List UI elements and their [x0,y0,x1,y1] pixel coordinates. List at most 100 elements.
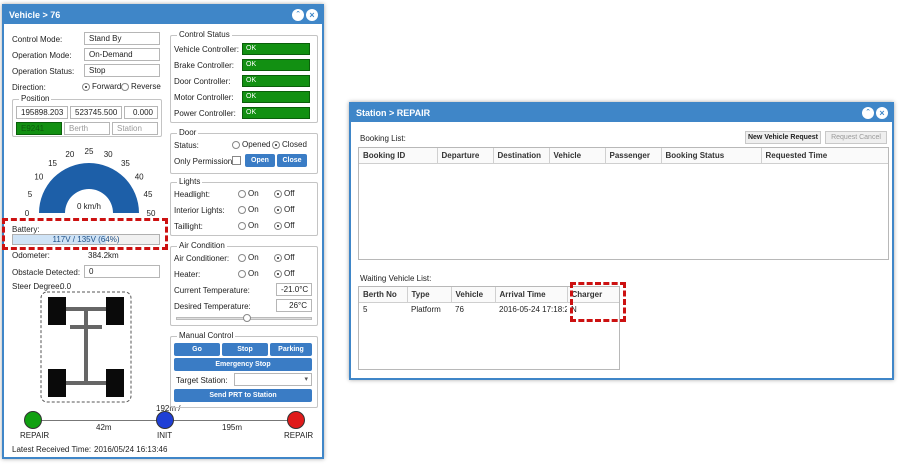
taillight-on-radio[interactable]: On [238,221,259,230]
door-title: Door [177,128,199,137]
position-y-field: 523745.500 [70,106,122,119]
position-title: Position [19,94,52,103]
only-permission-checkbox[interactable] [232,156,241,165]
collapse-icon[interactable]: ˆ [862,107,874,119]
interior-lights-label: Interior Lights: [174,206,225,215]
operation-mode-field: On-Demand [84,48,160,61]
booking-list-table: Booking ID Departure Destination Vehicle… [358,147,889,260]
air-conditioner-on-radio[interactable]: On [238,253,259,262]
direction-forward-radio[interactable]: Forward [82,82,121,91]
close-icon[interactable]: × [876,107,888,119]
gauge-tick-label: 45 [144,190,153,199]
radio-selected-icon [274,253,282,262]
col-requested-time[interactable]: Requested Time [761,148,888,163]
radio-icon [238,189,246,198]
emergency-stop-button[interactable]: Emergency Stop [174,358,312,371]
col-vehicle[interactable]: Vehicle [549,148,606,163]
heater-on-radio[interactable]: On [238,269,259,278]
radio-icon [238,221,246,230]
door-controller-label: Door Controller: [174,77,231,86]
route-left-node[interactable] [24,411,42,429]
gauge-tick-label: 30 [104,150,113,159]
air-condition-title: Air Condition [177,241,227,250]
radio-selected-icon [274,189,282,198]
door-opened-radio[interactable]: Opened [232,140,270,149]
charger-highlight-box [570,282,626,322]
door-close-button[interactable]: Close [277,154,307,167]
cell-berth-no: 5 [363,304,368,314]
radio-icon [238,253,246,262]
target-station-select[interactable]: ▾ [234,373,312,386]
new-vehicle-request-button[interactable]: New Vehicle Request [745,131,821,144]
vehicle-window-titlebar[interactable]: Vehicle > 76 ˆ × [4,6,322,24]
power-controller-status: OK [242,107,310,119]
vehicle-controller-label: Vehicle Controller: [174,45,239,54]
booking-list-label: Booking List: [360,134,406,143]
radio-selected-icon [272,140,280,149]
desired-temperature-field[interactable]: 26°C [276,299,312,312]
route-distance-1: 42m [96,423,112,432]
gauge-tick-label: 50 [147,209,156,218]
headlight-off-radio[interactable]: Off [274,189,295,198]
air-conditioner-off-radio[interactable]: Off [274,253,295,262]
air-conditioner-label: Air Conditioner: [174,254,230,263]
interior-lights-on-radio[interactable]: On [238,205,259,214]
go-button[interactable]: Go [174,343,220,356]
col-destination[interactable]: Destination [493,148,550,163]
request-cancel-button[interactable]: Request Cancel [825,131,887,144]
door-closed-radio[interactable]: Closed [272,140,307,149]
col-vehicle[interactable]: Vehicle [451,287,496,302]
heater-label: Heater: [174,270,201,279]
booking-table-header: Booking ID Departure Destination Vehicle… [359,148,888,163]
direction-reverse-radio[interactable]: Reverse [121,82,161,91]
col-type[interactable]: Type [407,287,452,302]
steer-value: 0.0 [60,282,72,291]
desired-temperature-slider-thumb[interactable] [242,314,251,322]
gauge-tick-label: 35 [121,159,130,168]
operation-status-label: Operation Status: [12,67,75,76]
node-id-field: E9241 [16,122,62,135]
col-passenger[interactable]: Passenger [605,148,662,163]
odometer-value: 384.2km [88,251,119,260]
radio-icon [238,269,246,278]
taillight-off-radio[interactable]: Off [274,221,295,230]
direction-label: Direction: [12,83,46,92]
brake-controller-label: Brake Controller: [174,61,235,70]
route-right-label: REPAIR [284,431,314,440]
stop-button[interactable]: Stop [222,343,268,356]
parking-button[interactable]: Parking [270,343,312,356]
current-temperature-field: -21.0°C [276,283,312,296]
motor-controller-label: Motor Controller: [174,93,234,102]
heater-off-radio[interactable]: Off [274,269,295,278]
operation-status-field: Stop [84,64,160,77]
route-mid-label: INIT [157,431,173,440]
col-arrival-time[interactable]: Arrival Time [495,287,568,302]
close-icon[interactable]: × [306,9,318,21]
collapse-icon[interactable]: ˆ [292,9,304,21]
send-prt-to-station-button[interactable]: Send PRT to Station [174,389,312,402]
gauge-tick-label: 20 [65,150,74,159]
position-z-field: 0.000 [124,106,158,119]
obstacle-field: 0 [84,265,160,278]
cell-type: Platform [411,304,441,314]
route-left-label: REPAIR [20,431,50,440]
col-departure[interactable]: Departure [437,148,494,163]
interior-lights-off-radio[interactable]: Off [274,205,295,214]
control-mode-field: Stand By [84,32,160,45]
door-open-button[interactable]: Open [245,154,275,167]
station-window: Station > REPAIR ˆ × Booking List: New V… [349,102,894,380]
target-station-label: Target Station: [176,376,228,385]
col-booking-id[interactable]: Booking ID [359,148,438,163]
cell-vehicle: 76 [455,304,464,314]
station-window-titlebar[interactable]: Station > REPAIR ˆ × [351,104,892,122]
gauge-tick-label: 25 [85,147,94,156]
radio-icon [232,140,240,149]
col-berth-no[interactable]: Berth No [359,287,408,302]
route-right-node[interactable] [287,411,305,429]
latest-received-value: 2016/05/24 16:13:46 [94,445,168,454]
headlight-on-radio[interactable]: On [238,189,259,198]
col-booking-status[interactable]: Booking Status [661,148,762,163]
berth-field: Berth [64,122,110,135]
route-vehicle-node[interactable] [156,411,174,429]
control-mode-label: Control Mode: [12,35,63,44]
